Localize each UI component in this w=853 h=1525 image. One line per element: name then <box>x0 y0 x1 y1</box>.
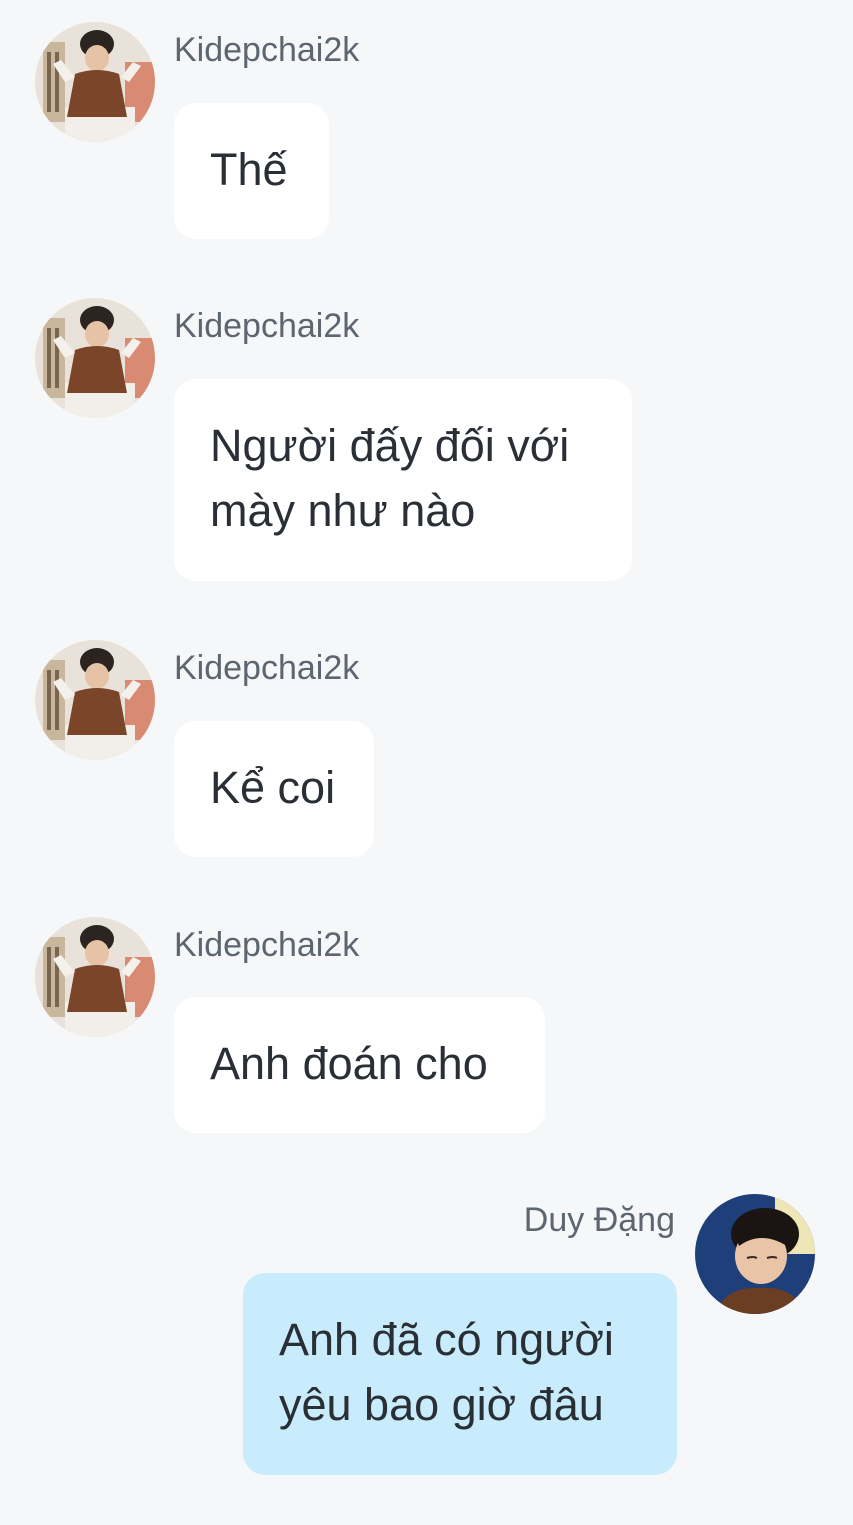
user-avatar-icon <box>35 22 155 142</box>
message-bubble[interactable]: Người đấy đối với mày như nào <box>174 379 632 581</box>
user-avatar-icon <box>695 1194 815 1314</box>
message-text: yêu bao giờ đâu <box>279 1379 604 1430</box>
avatar[interactable] <box>695 1194 815 1314</box>
user-avatar-icon <box>35 640 155 760</box>
avatar[interactable] <box>35 22 155 142</box>
message-text: Anh đoán cho <box>210 1038 488 1089</box>
message-text: Thế <box>210 144 288 195</box>
message-text: mày như nào <box>210 485 476 536</box>
sender-name: Kidepchai2k <box>174 307 360 345</box>
message-bubble[interactable]: Kể coi <box>174 721 374 857</box>
message-text: Kể coi <box>210 762 336 813</box>
message-text: Anh đã có người <box>279 1314 614 1365</box>
sender-name: Kidepchai2k <box>174 649 360 687</box>
sender-name: Duy Đặng <box>523 1201 675 1239</box>
avatar[interactable] <box>35 917 155 1037</box>
sender-name: Kidepchai2k <box>174 31 360 69</box>
sender-name: Kidepchai2k <box>174 926 360 964</box>
message-bubble-outgoing[interactable]: Anh đã có người yêu bao giờ đâu <box>243 1273 677 1475</box>
message-bubble[interactable]: Thế <box>174 103 329 239</box>
user-avatar-icon <box>35 298 155 418</box>
message-text: Người đấy đối với <box>210 420 570 471</box>
avatar[interactable] <box>35 640 155 760</box>
user-avatar-icon <box>35 917 155 1037</box>
avatar[interactable] <box>35 298 155 418</box>
message-bubble[interactable]: Anh đoán cho <box>174 997 545 1133</box>
